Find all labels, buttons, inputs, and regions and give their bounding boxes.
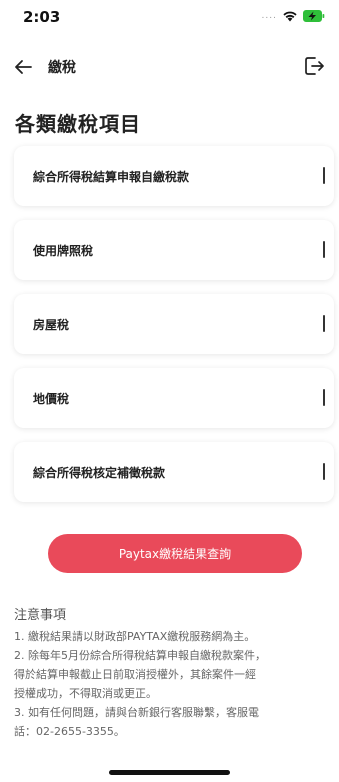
item-indicator-bar — [323, 167, 325, 184]
nav-title: 繳稅 — [48, 60, 76, 76]
tax-item-income-tax-assessed[interactable]: 綜合所得稅核定補徵稅款 — [14, 442, 334, 502]
home-indicator[interactable] — [109, 770, 230, 775]
signal-icon: .... — [261, 11, 277, 21]
item-indicator-bar — [323, 241, 325, 258]
nav-bar: 繳稅 — [0, 50, 339, 84]
paytax-query-button[interactable]: Paytax繳稅結果查詢 — [48, 534, 302, 573]
notes-line: 3. 如有任何問題，請與台新銀行客服聯繫，客服電 — [14, 706, 259, 719]
item-indicator-bar — [323, 315, 325, 332]
page-title: 各類繳稅項目 — [15, 112, 141, 136]
tax-item-income-tax-self-payment[interactable]: 綜合所得稅結算申報自繳稅款 — [14, 146, 334, 206]
tax-item-land-value-tax[interactable]: 地價稅 — [14, 368, 334, 428]
item-indicator-bar — [323, 463, 325, 480]
wifi-icon — [282, 10, 298, 22]
tax-item-license-tax[interactable]: 使用牌照稅 — [14, 220, 334, 280]
tax-item-label: 綜合所得稅結算申報自繳稅款 — [33, 170, 190, 184]
status-bar: 2:03 .... — [0, 0, 339, 38]
notes-line: 1. 繳稅結果請以財政部PAYTAX繳稅服務網為主。 — [14, 630, 256, 643]
arrow-left-icon[interactable] — [12, 56, 34, 78]
battery-charging-icon — [303, 10, 325, 22]
notes-line: 2. 除每年5月份綜合所得稅結算申報自繳稅款案件， — [14, 649, 266, 662]
notes-line: 話：02-2655-3355。 — [14, 725, 125, 738]
notes-title: 注意事項 — [14, 608, 67, 623]
item-indicator-bar — [323, 389, 325, 406]
status-icons: .... — [262, 10, 325, 22]
notes-line: 得於結算申報截止日前取消授權外，其餘案件一經 — [14, 668, 256, 681]
tax-item-label: 綜合所得稅核定補徵稅款 — [33, 466, 166, 480]
tax-item-house-tax[interactable]: 房屋稅 — [14, 294, 334, 354]
tax-item-list: 綜合所得稅結算申報自繳稅款 使用牌照稅 房屋稅 地價稅 綜合所得稅核定補徵稅款 — [14, 146, 334, 516]
tax-item-label: 地價稅 — [33, 392, 70, 406]
notes-line: 授權成功，不得取消或更正。 — [14, 687, 157, 700]
logout-icon[interactable] — [303, 55, 325, 77]
status-time: 2:03 — [23, 8, 61, 26]
tax-item-label: 房屋稅 — [33, 318, 70, 332]
notes-section: 注意事項 1. 繳稅結果請以財政部PAYTAX繳稅服務網為主。 2. 除每年5月… — [14, 604, 332, 741]
tax-item-label: 使用牌照稅 — [33, 244, 94, 258]
